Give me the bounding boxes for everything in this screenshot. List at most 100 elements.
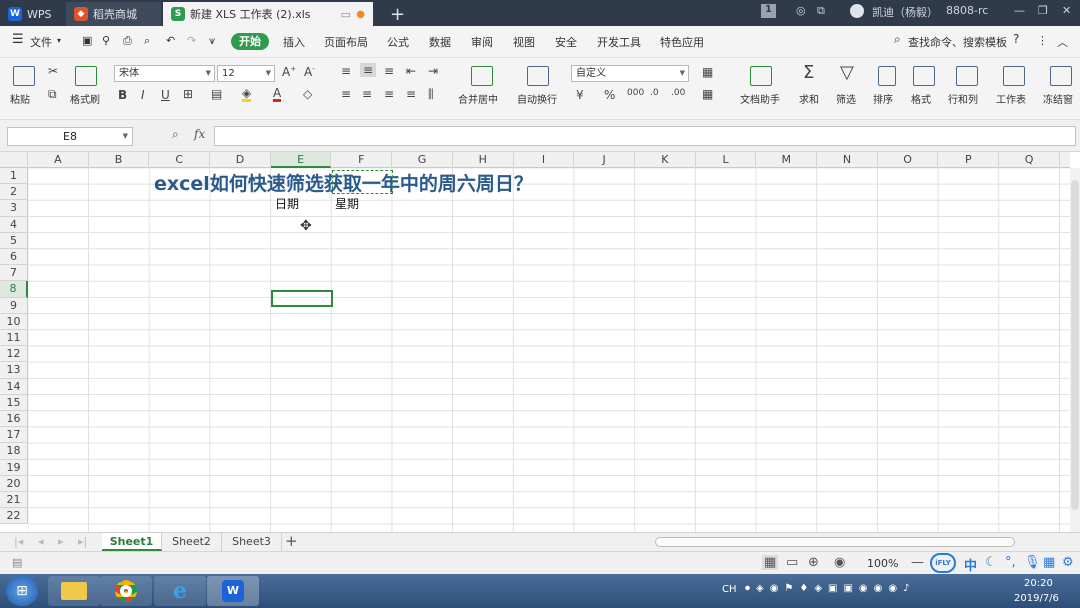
row-header-10[interactable]: 10 [0, 313, 28, 330]
column-header-q[interactable]: Q [999, 152, 1060, 168]
row-header-12[interactable]: 12 [0, 346, 28, 363]
redo-icon[interactable]: ↷ [187, 34, 196, 47]
column-header-j[interactable]: J [574, 152, 635, 168]
column-header-g[interactable]: G [392, 152, 453, 168]
clock-date[interactable]: 2019/7/6 [1014, 593, 1059, 604]
font-color-icon[interactable]: A [273, 87, 282, 102]
italic-icon[interactable]: I [141, 88, 145, 102]
user-name[interactable]: 凯迪（杨毅） [872, 4, 938, 20]
customize-icon[interactable]: ⩛ [209, 34, 215, 48]
tool-icon[interactable]: ⚲ [102, 34, 110, 47]
row-header-19[interactable]: 19 [0, 459, 28, 476]
menu-insert[interactable]: 插入 [283, 34, 305, 50]
column-header-a[interactable]: A [28, 152, 89, 168]
copy-icon[interactable]: ⧉ [48, 87, 57, 102]
menu-formula[interactable]: 公式 [387, 34, 409, 50]
page-layout-view-icon[interactable]: ▭ [786, 555, 798, 570]
font-shrink-icon[interactable]: A- [304, 65, 315, 79]
column-header-n[interactable]: N [817, 152, 878, 168]
row-header-1[interactable]: 1 [0, 168, 28, 185]
macro-icon[interactable]: ▤ [12, 556, 22, 569]
sort-button[interactable]: 排序 [873, 91, 893, 106]
increase-decimal-icon[interactable]: .0 [650, 88, 659, 98]
clock-time[interactable]: 20:20 [1024, 578, 1053, 589]
row-col-icon[interactable] [956, 66, 978, 86]
row-header-3[interactable]: 3 [0, 200, 28, 217]
paste-icon[interactable] [13, 66, 35, 86]
align-bottom-icon[interactable]: ≡ [384, 64, 394, 78]
user-avatar[interactable] [850, 4, 864, 18]
wrap-text-button[interactable]: 自动换行 [517, 91, 557, 106]
row-header-15[interactable]: 15 [0, 394, 28, 411]
row-header-4[interactable]: 4 [0, 216, 28, 233]
row-header-9[interactable]: 9 [0, 297, 28, 314]
underline-icon[interactable]: U [161, 88, 170, 102]
doc-helper-button[interactable]: 文档助手 [740, 91, 780, 106]
page-break-view-icon[interactable]: ⊕ [808, 555, 819, 570]
font-size-select[interactable]: 12 ▼ [217, 65, 275, 82]
align-left-icon[interactable]: ≡ [341, 87, 351, 101]
freeze-button[interactable]: 冻结窗 [1043, 91, 1073, 106]
skin-icon[interactable]: ◎ [796, 4, 806, 17]
minimize-icon[interactable]: — [1014, 4, 1025, 17]
new-tab-button[interactable]: + [382, 2, 413, 26]
column-header-i[interactable]: I [514, 152, 575, 168]
doc-helper-icon[interactable] [750, 66, 772, 86]
keyboard-icon[interactable]: ▦ [1043, 555, 1055, 570]
mic-icon[interactable]: 🎙 [1024, 555, 1041, 570]
distributed-icon[interactable]: ⫼ [428, 87, 434, 102]
cut-icon[interactable]: ✂ [48, 64, 58, 78]
menu-special[interactable]: 特色应用 [660, 34, 704, 50]
row-header-17[interactable]: 17 [0, 427, 28, 444]
column-header-e[interactable]: E [270, 152, 332, 168]
row-header-7[interactable]: 7 [0, 265, 28, 282]
sheet-tab-3[interactable]: Sheet3 [222, 533, 282, 551]
row-header-21[interactable]: 21 [0, 492, 28, 509]
currency-icon[interactable]: ¥ [576, 88, 584, 102]
indent-increase-icon[interactable]: ⇥ [428, 64, 438, 78]
row-header-22[interactable]: 22 [0, 508, 28, 525]
file-dropdown-icon[interactable]: ▾ [57, 36, 61, 45]
merge-center-button[interactable]: 合并居中 [458, 91, 498, 106]
close-icon[interactable]: ✕ [1062, 4, 1071, 17]
align-top-icon[interactable]: ≡ [341, 64, 351, 78]
filter-button[interactable]: 筛选 [836, 91, 856, 106]
zoom-level[interactable]: 100% [867, 557, 898, 570]
formula-input[interactable] [214, 126, 1076, 146]
wps-app[interactable]: W [207, 576, 259, 606]
menu-developer[interactable]: 开发工具 [597, 34, 641, 50]
vertical-scroll-thumb[interactable] [1071, 180, 1079, 510]
freeze-icon[interactable] [1050, 66, 1072, 86]
sort-icon[interactable] [878, 66, 896, 86]
next-sheet-icon[interactable]: ▸ [58, 535, 64, 548]
menu-file[interactable]: 文件 [30, 34, 52, 50]
settings-gear-icon[interactable]: ⚙ [1062, 555, 1074, 570]
format-icon[interactable] [913, 66, 935, 86]
document-tab[interactable]: S 新建 XLS 工作表 (2).xls ▭ ● [163, 2, 373, 26]
row-header-8[interactable]: 8 [0, 281, 28, 298]
row-header-16[interactable]: 16 [0, 411, 28, 428]
tab-monitor-icon[interactable]: ▭ [341, 8, 351, 21]
row-header-18[interactable]: 18 [0, 443, 28, 460]
filter-icon[interactable]: ▽ [840, 62, 854, 83]
column-header-b[interactable]: B [89, 152, 150, 168]
justify-icon[interactable]: ≡ [406, 87, 416, 101]
row-col-button[interactable]: 行和列 [948, 91, 978, 106]
share-icon[interactable]: ⧉ [817, 4, 825, 18]
zoom-out-icon[interactable]: — [911, 555, 924, 570]
column-header-c[interactable]: C [149, 152, 211, 168]
number-format-select[interactable]: 自定义 ▼ [571, 65, 689, 82]
format-painter-button[interactable]: 格式刷 [70, 91, 100, 106]
column-header-o[interactable]: O [878, 152, 939, 168]
row-header-13[interactable]: 13 [0, 362, 28, 379]
row-header-20[interactable]: 20 [0, 475, 28, 492]
command-search[interactable]: 查找命令、搜索模板 [908, 34, 1007, 50]
bold-icon[interactable]: B [118, 88, 127, 102]
column-header-m[interactable]: M [756, 152, 818, 168]
font-grow-icon[interactable]: A+ [282, 65, 296, 79]
align-middle-icon[interactable]: ≡ [360, 63, 377, 77]
column-header-h[interactable]: H [453, 152, 514, 168]
wps-tab[interactable]: W WPS [0, 2, 62, 26]
fill-color-icon[interactable]: ◈ [242, 87, 252, 102]
row-header-5[interactable]: 5 [0, 232, 28, 249]
